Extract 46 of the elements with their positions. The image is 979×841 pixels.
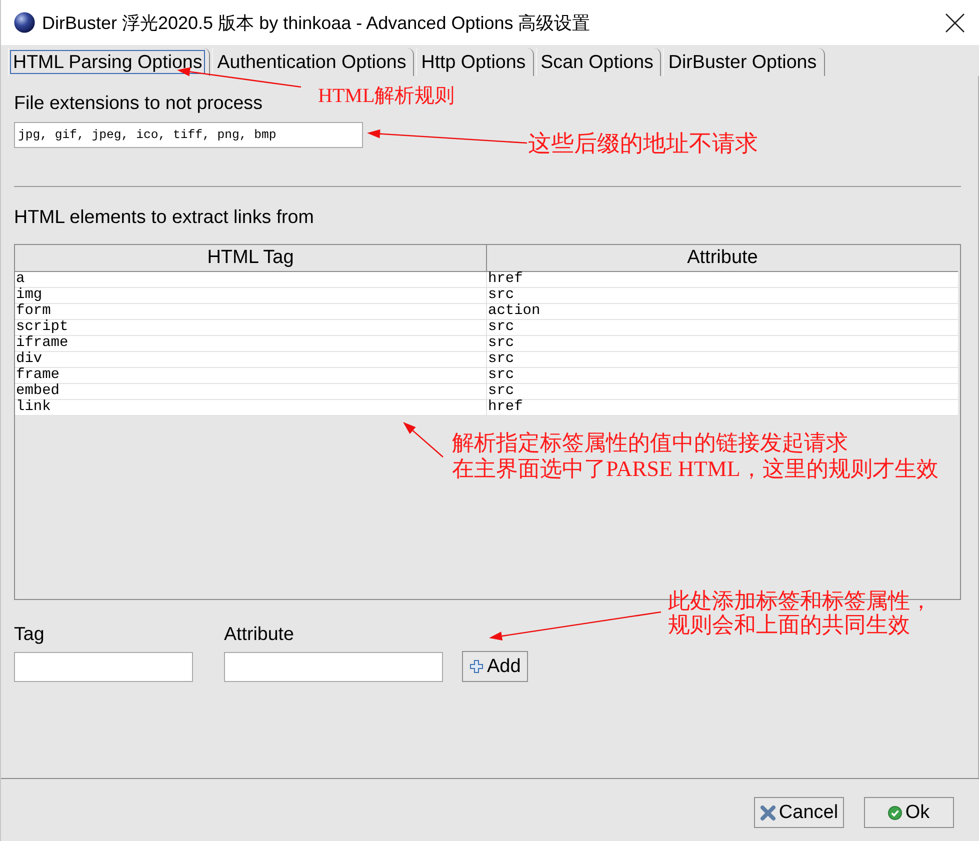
cross-icon (760, 804, 776, 820)
table-cell: frame (15, 368, 487, 383)
table-cell: script (15, 320, 487, 335)
tab[interactable]: HTML Parsing Options (8, 48, 210, 76)
table-cell: div (15, 352, 487, 367)
table-cell-text: href (487, 400, 524, 415)
annotation-arrow (403, 422, 444, 458)
close-icon[interactable] (945, 12, 965, 32)
annotation-note: 此处添加标签和标签属性， (668, 589, 932, 613)
section-label: HTML elements to extract links from (14, 206, 314, 228)
field-label: Attribute (224, 623, 294, 645)
table-cell: link (15, 400, 487, 415)
cancel-button[interactable]: Cancel (754, 797, 844, 828)
table-cell-text: src (487, 352, 516, 367)
table-cell-text: action (487, 304, 542, 319)
annotation-note: HTML解析规则 (318, 84, 455, 108)
table-cell-text: src (487, 320, 516, 335)
tab[interactable]: Http Options (416, 48, 534, 76)
window-title: DirBuster 浮光2020.5 版本 by thinkoaa - Advanced Options 高级设置 (42, 12, 590, 34)
tag-field[interactable] (14, 652, 193, 682)
attribute-field[interactable] (224, 652, 443, 682)
annotation-note: 解析指定标签属性的值中的链接发起请求 (452, 430, 848, 456)
check-icon (888, 806, 902, 820)
annotation-note: 这些后缀的地址不请求 (528, 131, 758, 157)
tab[interactable]: DirBuster Options (663, 48, 825, 76)
ok-button[interactable]: Ok (864, 797, 954, 828)
extensions-field[interactable]: jpg, gif, jpeg, ico, tiff, png, bmp (14, 122, 363, 148)
table-cell: iframe (15, 336, 487, 351)
table-cell: form (15, 304, 487, 319)
table-cell: embed (15, 384, 487, 399)
tab[interactable]: Authentication Options (212, 48, 414, 76)
table-cell: a (15, 272, 487, 287)
table-cell: img (15, 288, 487, 303)
field-label: Tag (14, 623, 44, 645)
table-cell-text: src (487, 288, 516, 303)
tab[interactable]: Scan Options (536, 48, 662, 76)
add-button[interactable]: Add (462, 651, 528, 682)
table-cell-text: src (487, 384, 516, 399)
table-cell-text: src (487, 368, 516, 383)
annotation-note: 规则会和上面的共同生效 (668, 613, 910, 637)
globe-icon (14, 12, 35, 33)
plus-icon (470, 660, 483, 673)
table-cell-text: src (487, 336, 516, 351)
table-cell-text: href (487, 272, 524, 287)
field-label: File extensions to not process (14, 92, 262, 114)
annotation-note: 在主界面选中了PARSE HTML，这里的规则才生效 (452, 456, 938, 482)
